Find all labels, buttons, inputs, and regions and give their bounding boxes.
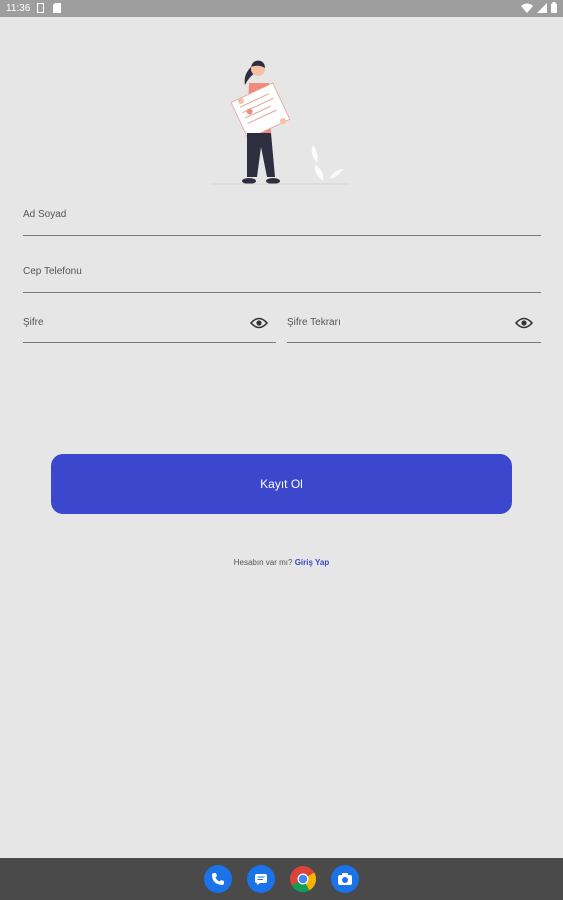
password-repeat-field[interactable]: Şifre Tekrarı bbox=[287, 312, 541, 344]
chrome-icon[interactable] bbox=[289, 865, 317, 893]
name-field[interactable]: Ad Soyad bbox=[23, 205, 541, 237]
password-repeat-underline bbox=[287, 342, 541, 343]
register-button[interactable]: Kayıt Ol bbox=[51, 454, 512, 514]
sd-card-icon bbox=[53, 3, 61, 16]
password-repeat-label: Şifre Tekrarı bbox=[287, 317, 341, 328]
name-underline bbox=[23, 235, 541, 236]
login-link[interactable]: Giriş Yap bbox=[295, 558, 330, 567]
name-label: Ad Soyad bbox=[23, 209, 67, 220]
wifi-icon bbox=[521, 3, 533, 16]
phone-underline bbox=[23, 292, 541, 293]
signup-illustration bbox=[205, 55, 355, 190]
password-visibility-toggle-icon[interactable] bbox=[249, 316, 269, 329]
battery-icon bbox=[551, 2, 557, 16]
password-repeat-visibility-toggle-icon[interactable] bbox=[514, 316, 534, 329]
password-label: Şifre bbox=[23, 317, 44, 328]
camera-icon[interactable] bbox=[331, 865, 359, 893]
login-prompt: Hesabın var mı? Giriş Yap bbox=[0, 558, 563, 567]
status-bar: 11:36 bbox=[0, 0, 563, 17]
navigation-bar bbox=[0, 858, 563, 900]
messages-icon[interactable] bbox=[247, 865, 275, 893]
status-time: 11:36 bbox=[6, 3, 31, 14]
password-field[interactable]: Şifre bbox=[23, 312, 276, 344]
password-underline bbox=[23, 342, 276, 343]
phone-icon[interactable] bbox=[204, 865, 232, 893]
login-prompt-text: Hesabın var mı? bbox=[233, 558, 293, 567]
signal-icon bbox=[537, 2, 547, 16]
phone-label: Cep Telefonu bbox=[23, 266, 82, 277]
register-button-label: Kayıt Ol bbox=[260, 477, 303, 491]
phone-field[interactable]: Cep Telefonu bbox=[23, 262, 541, 294]
sim-icon bbox=[37, 3, 44, 16]
